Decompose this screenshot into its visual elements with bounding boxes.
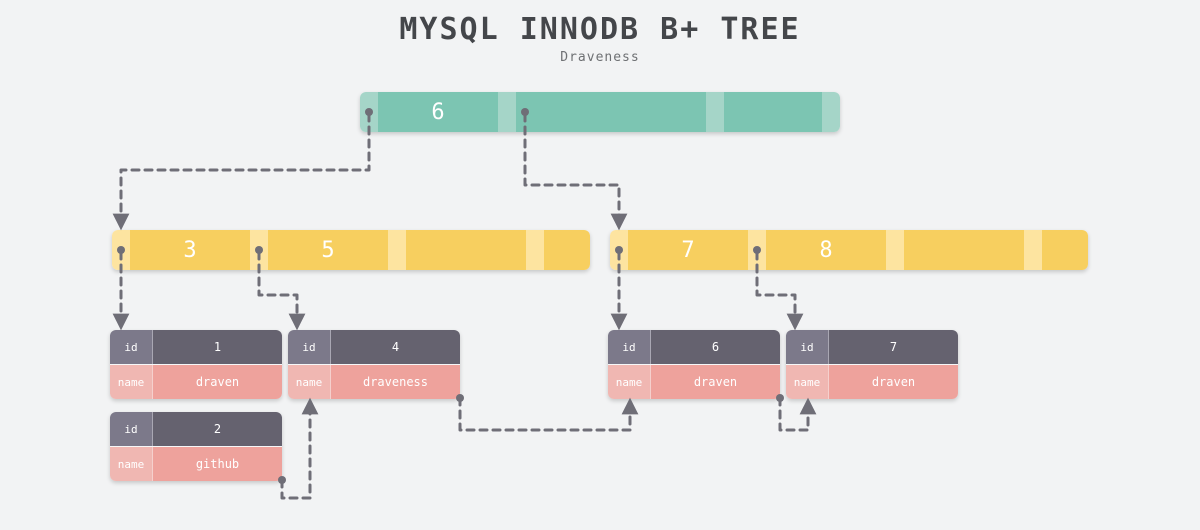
record-7: id 7 name draven: [786, 330, 958, 399]
record-6-id-label: id: [608, 330, 651, 364]
int-l-key-0: 3: [130, 230, 250, 270]
record-7-id-value: 7: [829, 330, 958, 364]
record-2-name-value: github: [153, 447, 282, 481]
diagram-title: MYSQL INNODB B+ TREE: [0, 12, 1200, 47]
record-4-name-label: name: [288, 365, 331, 399]
int-l-ptr-1: [250, 230, 268, 270]
int-r-key-0: 7: [628, 230, 748, 270]
root-ptr-1: [498, 92, 516, 132]
int-l-fill-2: [544, 230, 590, 270]
internal-left: 3 5: [112, 230, 590, 270]
int-r-key-1: 8: [766, 230, 886, 270]
int-l-ptr-0: [112, 230, 130, 270]
record-4-id-value: 4: [331, 330, 460, 364]
root-ptr-3: [822, 92, 840, 132]
int-l-key-1: 5: [268, 230, 388, 270]
int-l-ptr-3: [526, 230, 544, 270]
int-r-fill-1: [904, 230, 1024, 270]
record-2-id-label: id: [110, 412, 153, 446]
record-2-id-value: 2: [153, 412, 282, 446]
record-7-name-label: name: [786, 365, 829, 399]
root-key-0: 6: [378, 92, 498, 132]
record-4-id-label: id: [288, 330, 331, 364]
record-1-name-value: draven: [153, 365, 282, 399]
int-r-ptr-0: [610, 230, 628, 270]
int-r-ptr-1: [748, 230, 766, 270]
root-ptr-0: [360, 92, 378, 132]
record-1-id-label: id: [110, 330, 153, 364]
record-4: id 4 name draveness: [288, 330, 460, 399]
int-r-fill-2: [1042, 230, 1088, 270]
root-fill-2: [724, 92, 822, 132]
int-l-fill-1: [406, 230, 526, 270]
record-2-name-label: name: [110, 447, 153, 481]
record-4-name-value: draveness: [331, 365, 460, 399]
internal-right: 7 8: [610, 230, 1088, 270]
root-node: 6: [360, 92, 840, 132]
root-ptr-2: [706, 92, 724, 132]
record-7-name-value: draven: [829, 365, 958, 399]
int-l-ptr-2: [388, 230, 406, 270]
record-1-id-value: 1: [153, 330, 282, 364]
record-1: id 1 name draven: [110, 330, 282, 399]
diagram-subtitle: Draveness: [0, 50, 1200, 65]
record-7-id-label: id: [786, 330, 829, 364]
record-2: id 2 name github: [110, 412, 282, 481]
int-r-ptr-2: [886, 230, 904, 270]
record-6-name-label: name: [608, 365, 651, 399]
record-1-name-label: name: [110, 365, 153, 399]
record-6: id 6 name draven: [608, 330, 780, 399]
record-6-id-value: 6: [651, 330, 780, 364]
root-fill-1: [516, 92, 706, 132]
record-6-name-value: draven: [651, 365, 780, 399]
int-r-ptr-3: [1024, 230, 1042, 270]
